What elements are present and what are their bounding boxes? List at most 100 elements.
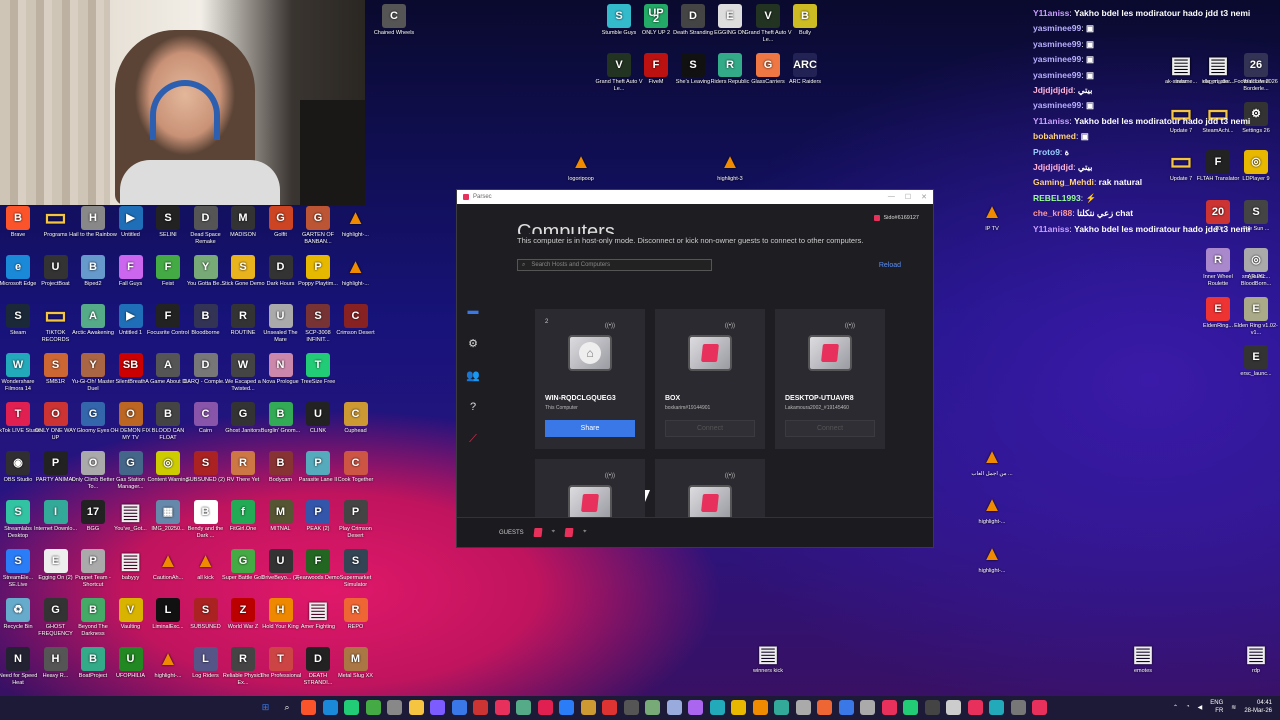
app-icon[interactable] (774, 700, 789, 715)
settings-icon[interactable]: ⚙ (466, 336, 480, 350)
app-icon[interactable] (817, 700, 832, 715)
volume-icon[interactable]: ◀ (1198, 704, 1203, 711)
task-view-icon[interactable] (387, 700, 402, 715)
app-icon[interactable] (838, 700, 854, 715)
guest-icon[interactable] (564, 528, 574, 537)
desktop-shortcut[interactable]: ▤ winners kick (744, 642, 792, 675)
app-icon[interactable] (881, 700, 897, 715)
shortcut-label: Crimson Desert (336, 330, 375, 336)
app-icon[interactable] (688, 700, 703, 715)
app-icon[interactable] (752, 700, 768, 715)
desktop-shortcut[interactable] (332, 353, 380, 379)
app-icon[interactable] (795, 700, 811, 715)
shortcut-icon: ◎ (156, 451, 180, 475)
language-indicator[interactable]: ENG FR (1210, 699, 1223, 715)
clock[interactable]: 04:41 28-Mar-26 (1244, 699, 1272, 715)
desktop-shortcut[interactable]: Eersc_launc... (1232, 345, 1280, 378)
connect-button[interactable]: Connect (665, 420, 755, 437)
shortcut-label: Elden Ring v1.02-v1... (1234, 323, 1278, 336)
app-icon[interactable] (365, 700, 381, 715)
desktop-shortcut[interactable]: R REPO (332, 598, 380, 631)
app-icon[interactable] (559, 700, 574, 715)
app-icon[interactable] (451, 700, 467, 715)
desktop-shortcut[interactable]: ▤ rdp (1232, 642, 1280, 675)
network-icon[interactable]: ◔ (1186, 704, 1190, 710)
desktop-shortcut[interactable]: ARC ARC Raiders (781, 53, 829, 86)
brave-icon[interactable] (301, 700, 316, 715)
shortcut-icon: D (306, 647, 330, 671)
desktop-shortcut[interactable]: B Bully (781, 4, 829, 37)
connect-button[interactable]: Connect (785, 420, 875, 437)
desktop-shortcut[interactable]: C Crimson Desert (332, 304, 380, 337)
chat-text: Yakho bdel les modiratour hado jdd t3 ne… (1074, 8, 1251, 18)
tiktok-icon[interactable] (537, 700, 553, 715)
desktop-shortcut[interactable]: C Chained Wheels (370, 4, 418, 37)
friends-icon[interactable]: 👥 (466, 368, 480, 382)
desktop-shortcut[interactable]: ▲ highlight-... (968, 493, 1016, 526)
reload-button[interactable]: Reload (879, 262, 901, 269)
app-icon[interactable] (967, 700, 983, 715)
system-tray: ⌃ ◔ ◀ ENG FR ≋ 04:41 28-Mar-26 (1173, 699, 1272, 715)
app-icon[interactable] (344, 700, 359, 715)
desktop-shortcut[interactable]: C Cook Together (332, 451, 380, 484)
app-icon[interactable] (903, 700, 918, 715)
app-icon[interactable] (430, 700, 445, 715)
minimize-button[interactable]: — (888, 193, 895, 201)
computer-card[interactable]: ((•)) (535, 459, 645, 517)
shortcut-icon: e (6, 255, 30, 279)
desktop-shortcut[interactable]: ▲ highlight-... (332, 206, 380, 239)
parsec-logo-icon[interactable]: ⟋ (466, 432, 480, 446)
desktop-shortcut[interactable]: ▲ highlight-3 (706, 150, 754, 183)
app-icon[interactable] (924, 700, 940, 715)
app-icon[interactable] (494, 700, 510, 715)
app-icon[interactable] (516, 700, 531, 715)
desktop-shortcut[interactable]: ▲ IP TV (968, 200, 1016, 233)
computer-card[interactable]: ((•)) (655, 459, 765, 517)
search-icon[interactable]: ⌕ (280, 700, 295, 715)
desktop-shortcut[interactable]: ◎ sm_launc... (1232, 248, 1280, 281)
desktop-shortcut[interactable]: ▲ highlight-... (968, 542, 1016, 575)
computer-card[interactable]: ((•)) DESKTOP-UTUAVR8 Lakamoura2002_#19145… (775, 309, 885, 449)
chevron-up-icon[interactable]: ⌃ (1173, 704, 1178, 711)
desktop-shortcut[interactable]: P Play Crimson Desert (332, 500, 380, 539)
chat-username: yasminee99 (1033, 69, 1082, 80)
help-icon[interactable]: ? (466, 400, 480, 414)
desktop-shortcut[interactable]: E Elden Ring v1.02-v1... (1232, 297, 1280, 336)
app-icon[interactable] (860, 700, 875, 715)
shortcut-icon: ▭ (44, 301, 67, 329)
app-icon[interactable] (580, 700, 596, 715)
desktop-shortcut[interactable]: C Cuphead (332, 402, 380, 435)
app-icon[interactable] (623, 700, 639, 715)
app-icon[interactable] (602, 700, 617, 715)
computer-card[interactable]: 2 ⌂ ((•)) WIN-RQDCLGQUEG3 This Computer Share (535, 309, 645, 449)
edge-icon[interactable] (322, 700, 338, 715)
desktop-shortcut[interactable]: ▲ logoripoop (557, 150, 605, 183)
app-icon[interactable] (989, 700, 1004, 715)
app-icon[interactable] (645, 700, 660, 715)
title-bar[interactable]: Parsec — ☐ ✕ (457, 190, 933, 204)
file-explorer-icon[interactable] (408, 700, 424, 715)
desktop-shortcut[interactable]: ▤ emotes (1119, 642, 1167, 675)
app-icon[interactable] (473, 700, 488, 715)
search-input[interactable]: ⌕ Search Hosts and Computers (517, 259, 712, 271)
app-icon[interactable] (666, 700, 682, 715)
app-icon[interactable] (946, 700, 961, 715)
computer-card[interactable]: ((•)) BOX boxkarim#19144901 Connect (655, 309, 765, 449)
close-button[interactable]: ✕ (921, 193, 927, 201)
desktop-shortcut[interactable]: M Metal Slug XX (332, 647, 380, 680)
wifi-icon[interactable]: ≋ (1231, 704, 1236, 711)
parsec-icon[interactable] (1032, 700, 1047, 715)
chat-text: ة (1064, 146, 1070, 157)
desktop-shortcut[interactable]: S Supermarket Simulator (332, 549, 380, 588)
desktop-shortcut[interactable]: ▲ highlight-... (332, 255, 380, 288)
computers-icon[interactable]: ▬ (466, 304, 480, 318)
app-icon[interactable] (1010, 700, 1026, 715)
app-icon[interactable] (709, 700, 725, 715)
app-icon[interactable] (731, 700, 746, 715)
parsec-window[interactable]: Parsec — ☐ ✕ Sido#6169127 ▬ ⚙ 👥 ? ⟋ Comp… (456, 189, 934, 548)
maximize-button[interactable]: ☐ (905, 193, 911, 201)
desktop-shortcut[interactable]: ▲ من أجمل ألعاب ... (968, 445, 1016, 478)
share-button[interactable]: Share (545, 420, 635, 437)
start-icon[interactable]: ⊞ (258, 700, 273, 715)
guest-icon[interactable] (533, 528, 543, 537)
